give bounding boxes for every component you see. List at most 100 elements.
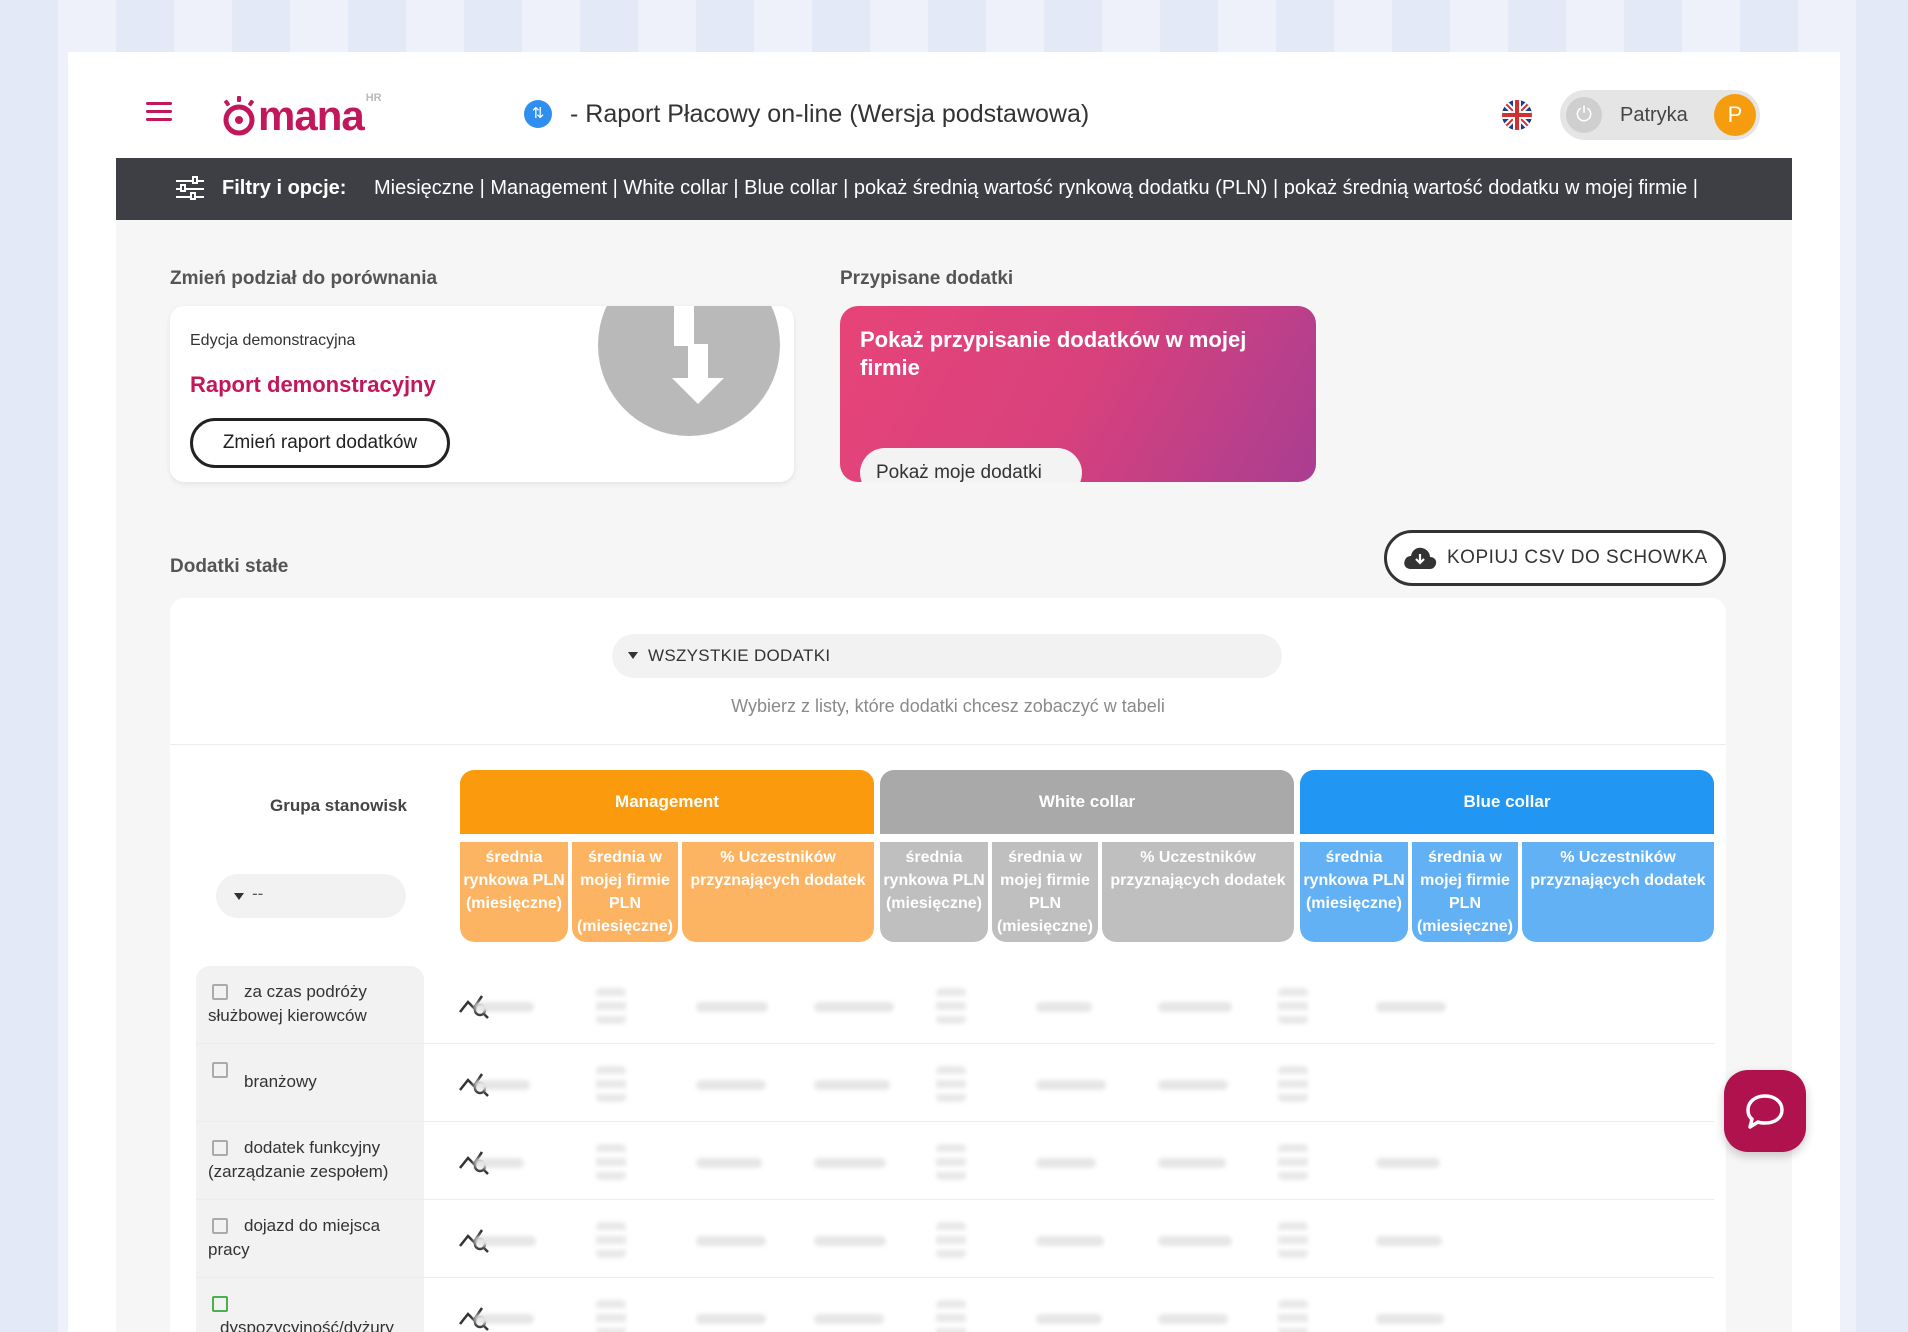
assigned-title: Pokaż przypisanie dodatków w mojej firmi… xyxy=(860,327,1247,380)
hamburger-icon[interactable] xyxy=(146,102,172,122)
table-row: dojazd do miejsca pracy xyxy=(196,1200,1714,1278)
allowances-table-panel: WSZYSTKIE DODATKI Wybierz z listy, które… xyxy=(170,598,1726,1332)
blurred-value xyxy=(814,1080,890,1090)
blurred-value xyxy=(1376,1158,1440,1168)
column-group-title: Management xyxy=(460,770,874,834)
blurred-value xyxy=(596,1144,626,1180)
top-bar: mana HR ⇅ - Raport Płacowy on-line (Wers… xyxy=(68,52,1840,158)
blurred-value xyxy=(1376,1314,1444,1324)
column-group-title: White collar xyxy=(880,770,1294,834)
all-allowances-label: WSZYSTKIE DODATKI xyxy=(648,646,831,665)
blurred-value xyxy=(1278,988,1308,1024)
blurred-value xyxy=(696,1002,768,1012)
logo-sup: HR xyxy=(365,92,382,104)
column-group-title: Blue collar xyxy=(1300,770,1714,834)
blurred-value xyxy=(1158,1002,1232,1012)
sub-header: % Uczestników przyznających dodatek xyxy=(1102,842,1294,942)
report-name: Raport demonstracyjny xyxy=(190,372,436,397)
chat-icon xyxy=(1746,1094,1784,1129)
arrows-icon: ⇅ xyxy=(524,100,552,128)
blurred-value xyxy=(696,1314,766,1324)
blurred-value xyxy=(596,988,626,1024)
job-group-select[interactable]: -- xyxy=(216,874,406,918)
sliders-icon xyxy=(176,176,204,202)
blurred-value xyxy=(1376,1002,1446,1012)
main-content: Zmień podział do porównania Przypisane d… xyxy=(116,220,1792,1332)
blurred-value xyxy=(1036,1314,1102,1324)
logo-mark-icon xyxy=(223,96,255,136)
blurred-value xyxy=(1278,1066,1308,1102)
blurred-value xyxy=(814,1158,886,1168)
change-report-button[interactable]: Zmień raport dodatków xyxy=(190,418,450,468)
column-group-white-collar: White collar średnia rynkowa PLN (miesię… xyxy=(880,770,1294,942)
dropdown-hint: Wybierz z listy, które dodatki chcesz zo… xyxy=(731,696,1165,716)
compare-section-label: Zmień podział do porównania xyxy=(170,268,438,289)
row-name: dodatek funkcyjny (zarządzanie zespołem) xyxy=(208,1138,389,1181)
column-group-blue-collar: Blue collar średnia rynkowa PLN (miesięc… xyxy=(1300,770,1714,942)
filters-bar[interactable]: Filtry i opcje: Miesięczne | Management … xyxy=(116,158,1792,220)
job-group-value: -- xyxy=(252,884,264,903)
blurred-value xyxy=(936,1222,966,1258)
blurred-value xyxy=(936,1066,966,1102)
blurred-value xyxy=(1158,1236,1232,1246)
user-name: Patryka xyxy=(1620,104,1688,126)
power-icon[interactable]: ⏻ xyxy=(1566,97,1602,133)
edition-label: Edycja demonstracyjna xyxy=(190,332,356,349)
sub-header: % Uczestników przyznających dodatek xyxy=(682,842,874,942)
blurred-value xyxy=(1278,1300,1308,1332)
sub-header: % Uczestników przyznających dodatek xyxy=(1522,842,1714,942)
copy-csv-button[interactable]: KOPIUJ CSV DO SCHOWKA xyxy=(1384,530,1726,586)
sub-header: średnia w mojej firmie PLN (miesięczne) xyxy=(992,842,1098,942)
sub-header: średnia w mojej firmie PLN (miesięczne) xyxy=(1412,842,1518,942)
blurred-value xyxy=(474,1080,530,1090)
mana-logo[interactable]: mana HR xyxy=(220,88,382,137)
blurred-value xyxy=(936,1144,966,1180)
page-title: - Raport Płacowy on-line (Wersja podstaw… xyxy=(570,100,1090,128)
blurred-value xyxy=(936,988,966,1024)
blurred-value xyxy=(596,1222,626,1258)
row-name: dojazd do miejsca pracy xyxy=(208,1216,381,1259)
blurred-value xyxy=(814,1002,894,1012)
table-row: dodatek funkcyjny (zarządzanie zespołem) xyxy=(196,1122,1714,1200)
blurred-value xyxy=(1036,1002,1092,1012)
table-row: dyspozycyjność/dyżury xyxy=(196,1278,1714,1332)
column-group-management: Management średnia rynkowa PLN (miesięcz… xyxy=(460,770,874,942)
blurred-value xyxy=(474,1314,534,1324)
table-row: branżowy xyxy=(196,1044,1714,1122)
all-allowances-dropdown[interactable]: WSZYSTKIE DODATKI xyxy=(612,634,1282,678)
blurred-value xyxy=(474,1236,536,1246)
cloud-download-icon xyxy=(1403,545,1437,571)
divider xyxy=(170,744,1726,745)
user-menu[interactable]: ⏻ Patryka P xyxy=(1560,90,1760,140)
fixed-section-label: Dodatki stałe xyxy=(170,556,289,577)
blurred-value xyxy=(696,1236,766,1246)
assigned-card: Pokaż przypisanie dodatków w mojej firmi… xyxy=(840,306,1316,482)
caret-down-icon xyxy=(234,893,244,900)
blurred-value xyxy=(814,1314,884,1324)
filters-values[interactable]: Miesięczne | Management | White collar |… xyxy=(374,177,1698,200)
avatar[interactable]: P xyxy=(1714,94,1756,136)
show-my-allowances-button[interactable]: Pokaż moje dodatki xyxy=(860,448,1082,482)
sub-header: średnia rynkowa PLN (miesięczne) xyxy=(460,842,568,942)
blurred-value xyxy=(1278,1222,1308,1258)
row-name: dyspozycyjność/dyżury xyxy=(220,1318,394,1332)
uk-flag-icon[interactable] xyxy=(1502,100,1532,130)
chat-button[interactable] xyxy=(1724,1070,1806,1152)
blurred-value xyxy=(596,1066,626,1102)
blurred-value xyxy=(1036,1080,1106,1090)
device-frame: mana HR ⇅ - Raport Płacowy on-line (Wers… xyxy=(0,0,1908,1332)
copy-csv-label: KOPIUJ CSV DO SCHOWKA xyxy=(1447,547,1708,568)
blurred-value xyxy=(474,1002,534,1012)
app-screen: mana HR ⇅ - Raport Płacowy on-line (Wers… xyxy=(68,52,1840,1332)
blurred-value xyxy=(1158,1314,1228,1324)
blurred-value xyxy=(474,1158,524,1168)
row-name: branżowy xyxy=(244,1072,317,1091)
row-checkbox-checked[interactable] xyxy=(212,1296,228,1312)
table-row: za czas podróży służbowej kierowców xyxy=(196,966,1714,1044)
job-group-label: Grupa stanowisk xyxy=(270,796,407,815)
download-arrow-icon xyxy=(598,306,780,436)
blurred-value xyxy=(1036,1236,1104,1246)
blurred-value xyxy=(596,1300,626,1332)
blurred-value xyxy=(936,1300,966,1332)
blurred-value xyxy=(814,1236,886,1246)
